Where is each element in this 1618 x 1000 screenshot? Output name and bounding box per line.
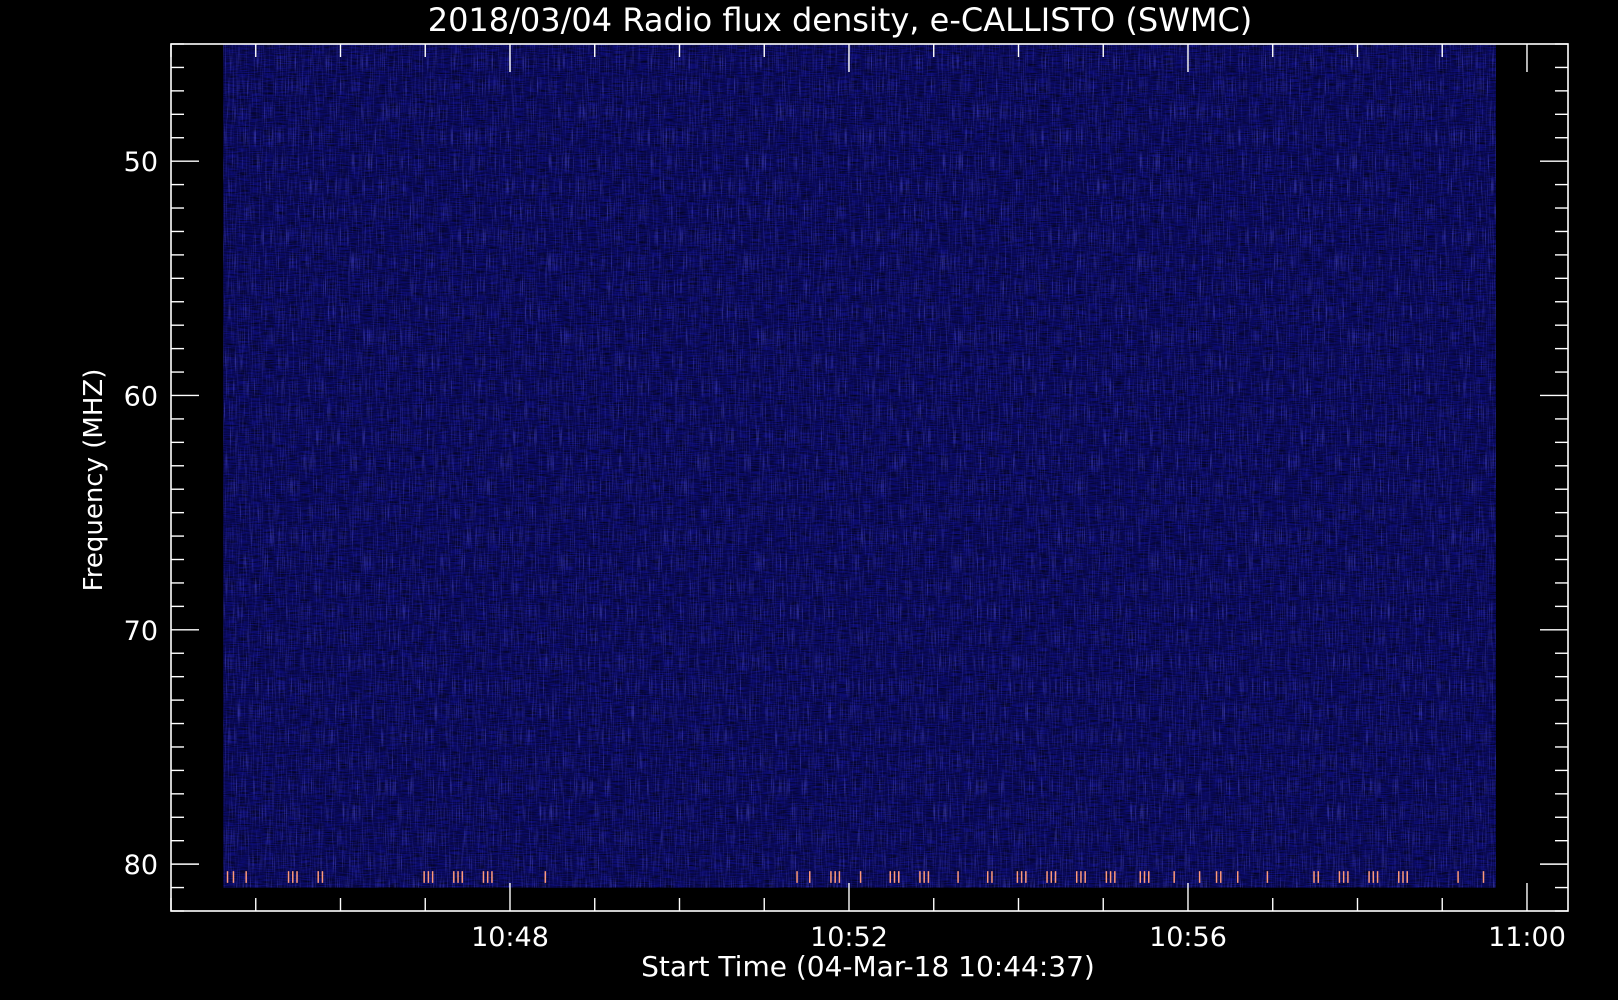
x-tick-label: 10:56 — [1149, 922, 1227, 953]
x-tick-label: 10:48 — [471, 922, 549, 953]
y-axis-label: Frequency (MHZ) — [79, 369, 109, 592]
y-tick-label: 70 — [124, 616, 158, 647]
y-tick-label: 80 — [124, 850, 158, 881]
y-tick-label: 50 — [124, 147, 158, 178]
x-tick-label: 11:00 — [1488, 922, 1566, 953]
y-tick-label: 60 — [124, 381, 158, 412]
chart-title: 2018/03/04 Radio flux density, e-CALLIST… — [428, 1, 1253, 39]
spectrogram-noise-blue — [223, 44, 1496, 888]
x-tick-label: 10:52 — [810, 922, 888, 953]
x-axis-label: Start Time (04-Mar-18 10:44:37) — [641, 950, 1095, 983]
spectrogram-chart: 2018/03/04 Radio flux density, e-CALLIST… — [79, 1, 1569, 983]
